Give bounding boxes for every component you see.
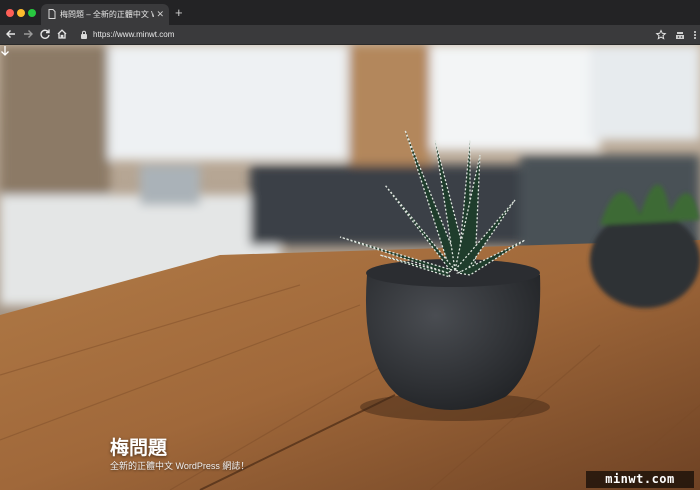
tab-close-button[interactable]: ✕ xyxy=(156,4,164,25)
back-button[interactable] xyxy=(5,28,17,40)
web-page: 梅問題 全新的正體中文 WordPress 網誌！ minwt.com xyxy=(0,45,700,490)
window-close-button[interactable] xyxy=(6,9,14,17)
site-title[interactable]: 梅問題 xyxy=(110,433,167,460)
home-button[interactable] xyxy=(56,28,68,40)
lock-icon xyxy=(81,30,87,39)
menu-icon xyxy=(694,31,696,39)
new-tab-button[interactable]: + xyxy=(175,6,183,19)
site-tagline: 全新的正體中文 WordPress 網誌！ xyxy=(110,461,250,471)
forward-arrow-icon xyxy=(24,30,33,38)
tab-title: 梅問題 – 全新的正體中文 WordPress xyxy=(60,10,154,19)
hero-background-image xyxy=(0,45,700,490)
browser-tab[interactable]: 梅問題 – 全新的正體中文 WordPress ✕ xyxy=(41,4,169,25)
menu-button[interactable] xyxy=(692,28,700,40)
back-arrow-icon xyxy=(6,30,15,38)
browser-toolbar: https://www.minwt.com xyxy=(0,25,700,45)
scroll-down-arrow-icon[interactable] xyxy=(0,45,10,57)
reload-button[interactable] xyxy=(39,28,51,40)
window-maximize-button[interactable] xyxy=(28,9,36,17)
star-icon xyxy=(655,29,667,40)
tab-strip: 梅問題 – 全新的正體中文 WordPress ✕ + xyxy=(0,0,700,25)
document-icon xyxy=(48,9,56,19)
bookmark-button[interactable] xyxy=(655,28,667,40)
forward-button[interactable] xyxy=(22,28,34,40)
browser-window: 梅問題 – 全新的正體中文 WordPress ✕ + https://www.… xyxy=(0,0,700,490)
reload-icon xyxy=(40,29,50,39)
extension-icon xyxy=(676,32,684,39)
extension-button[interactable] xyxy=(674,28,686,40)
window-minimize-button[interactable] xyxy=(17,9,25,17)
home-icon xyxy=(57,29,67,39)
address-bar[interactable]: https://www.minwt.com xyxy=(93,25,174,45)
watermark: minwt.com xyxy=(586,471,694,488)
